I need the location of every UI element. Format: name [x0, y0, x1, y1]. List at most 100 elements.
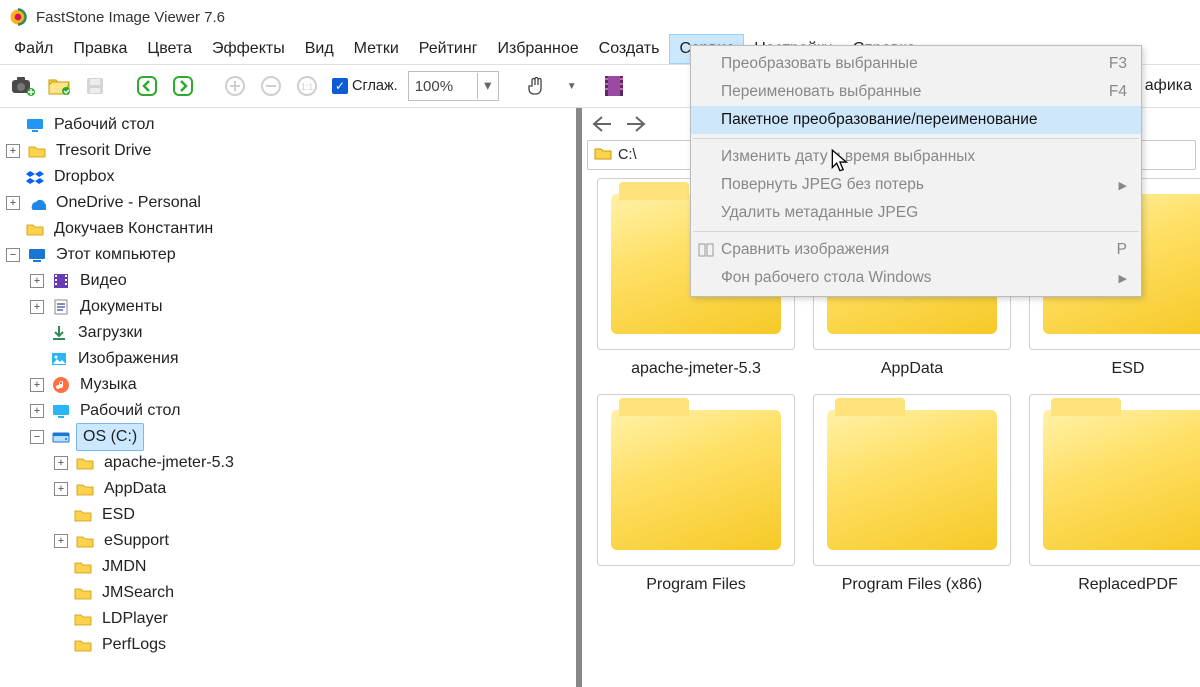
tree-row[interactable]: JMDN: [0, 554, 575, 580]
expand-icon[interactable]: +: [54, 482, 68, 496]
tree-row[interactable]: + Музыка: [0, 372, 575, 398]
tree-row[interactable]: Dropbox: [0, 164, 575, 190]
pc-icon: [28, 246, 46, 264]
collapse-icon[interactable]: −: [6, 248, 20, 262]
tree-row[interactable]: ESD: [0, 502, 575, 528]
acquire-icon[interactable]: [8, 71, 38, 101]
app-logo-icon: [8, 7, 28, 27]
tree-row[interactable]: Рабочий стол: [0, 112, 575, 138]
tree-label[interactable]: Рабочий стол: [50, 112, 158, 138]
tree-label[interactable]: Изображения: [74, 346, 183, 372]
tree-label[interactable]: PerfLogs: [98, 632, 170, 658]
tree-row[interactable]: − OS (C:): [0, 424, 575, 450]
nav-forward-icon[interactable]: [168, 71, 198, 101]
tree-label[interactable]: AppData: [100, 476, 170, 502]
tree-label[interactable]: Загрузки: [74, 320, 146, 346]
tree-row[interactable]: + OneDrive - Personal: [0, 190, 575, 216]
tree-row[interactable]: + Видео: [0, 268, 575, 294]
menu-правка[interactable]: Правка: [63, 34, 137, 64]
tree-label[interactable]: Докучаев Константин: [50, 216, 217, 242]
tree-row[interactable]: − Этот компьютер: [0, 242, 575, 268]
right-cut-label: афика: [1145, 77, 1192, 95]
zoom-out-icon[interactable]: [256, 71, 286, 101]
folder-icon: [74, 636, 92, 654]
smooth-label: Сглаж.: [352, 78, 398, 94]
history-back-icon[interactable]: [589, 111, 615, 137]
tree-row[interactable]: Загрузки: [0, 320, 575, 346]
tree-label[interactable]: JMDN: [98, 554, 150, 580]
menu-метки[interactable]: Метки: [344, 34, 409, 64]
desktop2-icon: [52, 402, 70, 420]
expand-icon[interactable]: +: [30, 378, 44, 392]
menu-item: Преобразовать выбранныеF3: [691, 50, 1141, 78]
tree-label[interactable]: Dropbox: [50, 164, 118, 190]
twister-blank: [30, 327, 42, 339]
expand-icon[interactable]: +: [54, 456, 68, 470]
tree-row[interactable]: Докучаев Константин: [0, 216, 575, 242]
expand-icon[interactable]: +: [6, 196, 20, 210]
film-strip-icon[interactable]: [599, 71, 629, 101]
menu-рейтинг[interactable]: Рейтинг: [409, 34, 488, 64]
tree-label[interactable]: JMSearch: [98, 580, 178, 606]
tree-label[interactable]: ESD: [98, 502, 139, 528]
menu-item-label: Преобразовать выбранные: [721, 55, 918, 73]
tree-label[interactable]: Этот компьютер: [52, 242, 180, 268]
tree-row[interactable]: LDPlayer: [0, 606, 575, 632]
menu-item[interactable]: Пакетное преобразование/переименование: [691, 106, 1141, 134]
expand-icon[interactable]: +: [54, 534, 68, 548]
history-forward-icon[interactable]: [623, 111, 649, 137]
save-icon[interactable]: [80, 71, 110, 101]
open-folder-icon[interactable]: [44, 71, 74, 101]
tree-row[interactable]: + eSupport: [0, 528, 575, 554]
zoom-input[interactable]: [409, 73, 477, 99]
chevron-down-icon[interactable]: ▾: [477, 73, 498, 99]
expand-icon[interactable]: +: [30, 404, 44, 418]
thumbnail-label: Program Files (x86): [842, 576, 982, 594]
hand-tool-icon[interactable]: [521, 71, 551, 101]
tree-label[interactable]: apache-jmeter-5.3: [100, 450, 238, 476]
tree-row[interactable]: + AppData: [0, 476, 575, 502]
thumbnail[interactable]: Program Files (x86): [807, 394, 1017, 594]
tree-label[interactable]: Рабочий стол: [76, 398, 184, 424]
tree-label[interactable]: OneDrive - Personal: [52, 190, 205, 216]
tree-label[interactable]: OS (C:): [76, 423, 144, 451]
tree-row[interactable]: PerfLogs: [0, 632, 575, 658]
video-icon: [52, 272, 70, 290]
menu-separator: [693, 231, 1139, 232]
docs-icon: [52, 298, 70, 316]
tree-row[interactable]: JMSearch: [0, 580, 575, 606]
tree-label[interactable]: LDPlayer: [98, 606, 172, 632]
expand-icon[interactable]: +: [6, 144, 20, 158]
menu-создать[interactable]: Создать: [589, 34, 670, 64]
zoom-combo[interactable]: ▾: [408, 71, 499, 101]
zoom-actual-icon[interactable]: 1:1: [292, 71, 322, 101]
tree-label[interactable]: Tresorit Drive: [52, 138, 155, 164]
folder-icon: [26, 220, 44, 238]
tree-row[interactable]: + Tresorit Drive: [0, 138, 575, 164]
smooth-toggle[interactable]: ✓ Сглаж.: [332, 78, 398, 94]
tree-label[interactable]: Музыка: [76, 372, 141, 398]
nav-back-icon[interactable]: [132, 71, 162, 101]
splitter[interactable]: [575, 108, 583, 687]
menu-файл[interactable]: Файл: [4, 34, 63, 64]
collapse-icon[interactable]: −: [30, 430, 44, 444]
zoom-in-icon[interactable]: [220, 71, 250, 101]
thumbnail[interactable]: ReplacedPDF: [1023, 394, 1200, 594]
tree-row[interactable]: + Рабочий стол: [0, 398, 575, 424]
tree-row[interactable]: + Документы: [0, 294, 575, 320]
menu-цвета[interactable]: Цвета: [137, 34, 202, 64]
tree-label[interactable]: Видео: [76, 268, 131, 294]
thumbnail[interactable]: Program Files: [591, 394, 801, 594]
submenu-arrow-icon: ▶: [1119, 272, 1127, 285]
tree-row[interactable]: + apache-jmeter-5.3: [0, 450, 575, 476]
expand-icon[interactable]: +: [30, 274, 44, 288]
menu-эффекты[interactable]: Эффекты: [202, 34, 295, 64]
menu-shortcut: F4: [1109, 83, 1127, 101]
menu-избранное[interactable]: Избранное: [488, 34, 589, 64]
tree-label[interactable]: eSupport: [100, 528, 173, 554]
app-title: FastStone Image Viewer 7.6: [36, 9, 225, 26]
tree-row[interactable]: Изображения: [0, 346, 575, 372]
expand-icon[interactable]: +: [30, 300, 44, 314]
tree-label[interactable]: Документы: [76, 294, 166, 320]
menu-вид[interactable]: Вид: [295, 34, 344, 64]
